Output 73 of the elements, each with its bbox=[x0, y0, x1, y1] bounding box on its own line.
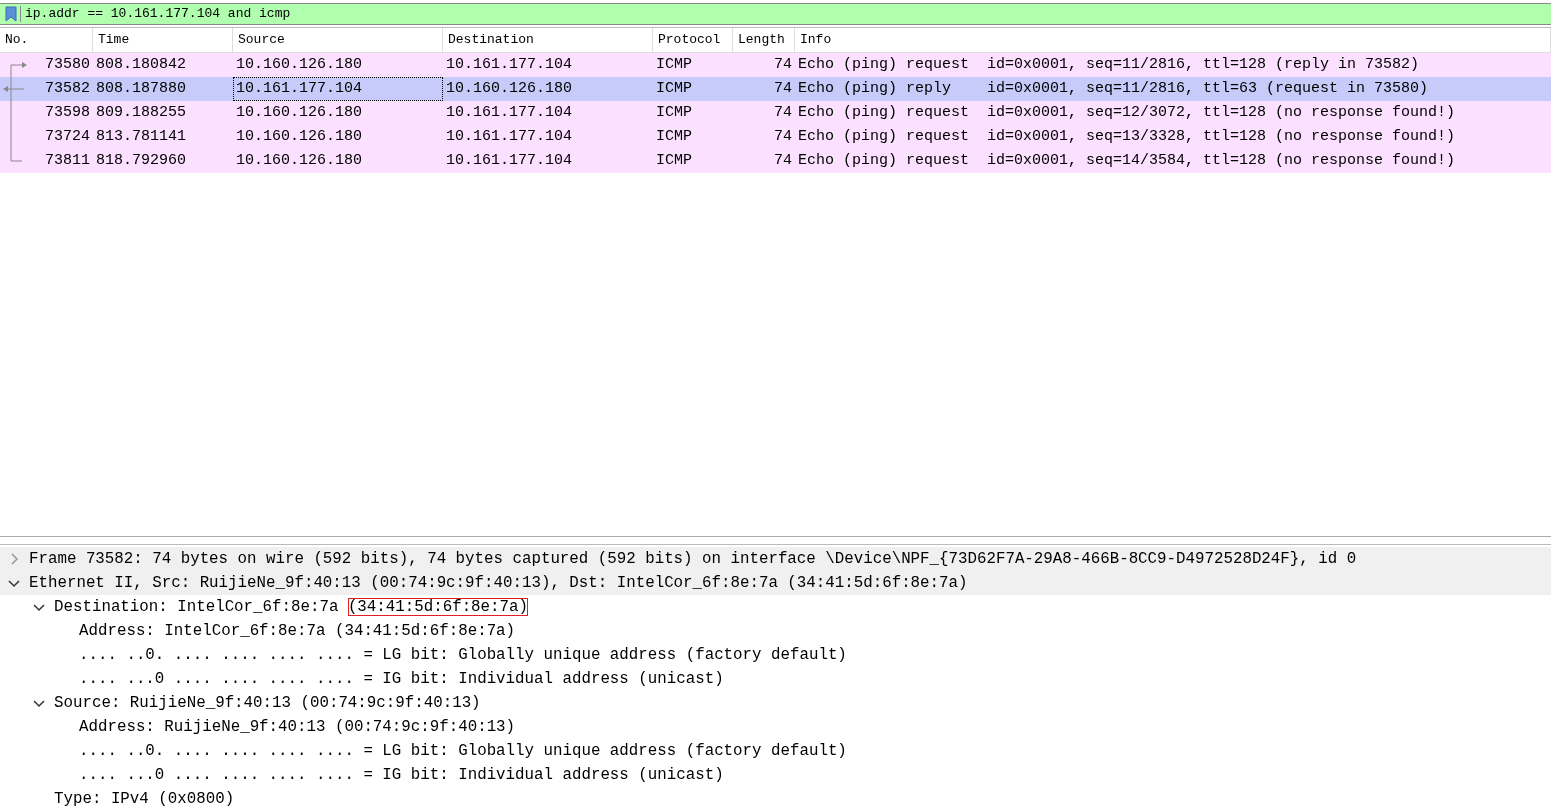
tree-item-label: .... ...0 .... .... .... .... = IG bit: Individual address (unicast) bbox=[79, 766, 724, 784]
table-cell: 10.161.177.104 bbox=[446, 127, 573, 145]
tree-item[interactable]: Address: IntelCor_6f:8e:7a (34:41:5d:6f:8e:7a) bbox=[0, 619, 1551, 643]
table-cell: 818.792960 bbox=[96, 151, 186, 169]
tree-item[interactable]: .... ...0 .... .... .... .... = IG bit: Individual address (unicast) bbox=[0, 763, 1551, 787]
table-cell: ICMP bbox=[656, 79, 692, 97]
column-header[interactable]: Protocol bbox=[653, 27, 733, 52]
table-cell: 10.160.126.180 bbox=[446, 79, 573, 97]
tree-item[interactable]: Ethernet II, Src: RuijieNe_9f:40:13 (00:74:9c:9f:40:13), Dst: IntelCor_6f:8e:7a (34:41:5d:6f:8e:7a) bbox=[0, 571, 1551, 595]
table-cell: Echo (ping) request id=0x0001, seq=12/3072, ttl=128 (no response found!) bbox=[798, 103, 1456, 121]
table-cell: 10.161.177.104 bbox=[446, 55, 573, 73]
tree-item[interactable]: Address: RuijieNe_9f:40:13 (00:74:9c:9f:40:13) bbox=[0, 715, 1551, 739]
table-cell: 809.188255 bbox=[96, 103, 186, 121]
table-cell: 74 bbox=[774, 127, 792, 145]
table-cell: ICMP bbox=[656, 103, 692, 121]
table-cell: 73724 bbox=[45, 127, 90, 145]
tree-item-label: Address: RuijieNe_9f:40:13 (00:74:9c:9f:40:13) bbox=[79, 718, 516, 736]
column-header[interactable]: Destination bbox=[443, 27, 653, 52]
table-cell: 10.160.126.180 bbox=[236, 151, 363, 169]
column-header[interactable]: Info bbox=[795, 27, 1551, 52]
tree-item[interactable]: .... ..0. .... .... .... .... = LG bit: Globally unique address (factory default) bbox=[0, 643, 1551, 667]
column-header[interactable]: Length bbox=[733, 27, 795, 52]
table-cell: 74 bbox=[774, 79, 792, 97]
packet-row[interactable]: 73811 818.792960 10.160.126.180 10.161.177.104 ICMP 74 Echo (ping) request id=0x0001, seq=14/3584, ttl=128 (no response found!) bbox=[0, 148, 1551, 173]
tree-item[interactable]: Source: RuijieNe_9f:40:13 (00:74:9c:9f:40:13) bbox=[0, 691, 1551, 715]
table-cell: Echo (ping) request id=0x0001, seq=11/2816, ttl=128 (reply in 73582) bbox=[798, 55, 1420, 73]
table-cell: ICMP bbox=[656, 127, 692, 145]
table-cell: Echo (ping) reply id=0x0001, seq=11/2816, ttl=63 (request in 73580) bbox=[798, 79, 1429, 97]
tree-item-label: .... ..0. .... .... .... .... = LG bit: Globally unique address (factory default) bbox=[79, 742, 847, 760]
tree-item-label: Address: IntelCor_6f:8e:7a (34:41:5d:6f:8e:7a) bbox=[79, 622, 516, 640]
table-cell: ICMP bbox=[656, 55, 692, 73]
table-cell: 10.161.177.104 bbox=[446, 103, 573, 121]
tree-item-label: Ethernet II, Src: RuijieNe_9f:40:13 (00:74:9c:9f:40:13), Dst: IntelCor_6f:8e:7a (34:41:5d:6f:8e:7a) bbox=[29, 574, 968, 592]
tree-item[interactable]: Type: IPv4 (0x0800) bbox=[0, 787, 1551, 811]
table-cell: 10.161.177.104 bbox=[236, 79, 363, 97]
chevron-down-icon[interactable] bbox=[33, 697, 45, 709]
table-cell: 74 bbox=[774, 55, 792, 73]
packet-row[interactable]: 73580 808.180842 10.160.126.180 10.161.177.104 ICMP 74 Echo (ping) request id=0x0001, seq=11/2816, ttl=128 (reply in 73582) bbox=[0, 52, 1551, 77]
column-header[interactable]: No. bbox=[0, 27, 93, 52]
tree-item[interactable]: Destination: IntelCor_6f:8e:7a (34:41:5d:6f:8e:7a) bbox=[0, 595, 1551, 619]
column-header[interactable]: Source bbox=[233, 27, 443, 52]
table-cell: Echo (ping) request id=0x0001, seq=13/3328, ttl=128 (no response found!) bbox=[798, 127, 1456, 145]
table-cell: ICMP bbox=[656, 151, 692, 169]
tree-item-label: Frame 73582: 74 bytes on wire (592 bits), 74 bytes captured (592 bits) on interface \Device\NPF_{73D62F7A-29A8-466B-8CC9-D4972528D24F}, id 0 bbox=[29, 550, 1357, 568]
table-cell: 73598 bbox=[45, 103, 90, 121]
table-cell: 808.180842 bbox=[96, 55, 186, 73]
tree-item-label: Destination: IntelCor_6f:8e:7a bbox=[54, 598, 340, 616]
table-cell: Echo (ping) request id=0x0001, seq=14/3584, ttl=128 (no response found!) bbox=[798, 151, 1456, 169]
table-cell: 10.160.126.180 bbox=[236, 127, 363, 145]
tree-item-label: Type: IPv4 (0x0800) bbox=[54, 790, 235, 808]
tree-item-label: Source: RuijieNe_9f:40:13 (00:74:9c:9f:40:13) bbox=[54, 694, 481, 712]
tree-item[interactable]: .... ..0. .... .... .... .... = LG bit: Globally unique address (factory default) bbox=[0, 739, 1551, 763]
table-cell: 74 bbox=[774, 151, 792, 169]
column-header[interactable]: Time bbox=[93, 27, 233, 52]
bookmark-icon[interactable] bbox=[5, 5, 21, 22]
highlighted-field: (34:41:5d:6f:8e:7a) bbox=[347, 598, 528, 616]
table-cell: 10.161.177.104 bbox=[446, 151, 573, 169]
tree-item-label: .... ...0 .... .... .... .... = IG bit: Individual address (unicast) bbox=[79, 670, 724, 688]
tree-item[interactable]: Frame 73582: 74 bytes on wire (592 bits), 74 bytes captured (592 bits) on interface \Device\NPF_{73D62F7A-29A8-466B-8CC9-D4972528D24F}, id 0 bbox=[0, 547, 1551, 571]
table-cell: 73582 bbox=[45, 79, 90, 97]
chevron-down-icon[interactable] bbox=[33, 601, 45, 613]
table-cell: 73580 bbox=[45, 55, 90, 73]
table-cell: 808.187880 bbox=[96, 79, 186, 97]
chevron-down-icon[interactable] bbox=[8, 577, 20, 589]
table-cell: 74 bbox=[774, 103, 792, 121]
table-cell: 10.160.126.180 bbox=[236, 103, 363, 121]
table-cell: 10.160.126.180 bbox=[236, 55, 363, 73]
tree-item[interactable]: .... ...0 .... .... .... .... = IG bit: Individual address (unicast) bbox=[0, 667, 1551, 691]
table-cell: 813.781141 bbox=[96, 127, 186, 145]
table-cell: 73811 bbox=[45, 151, 90, 169]
display-filter-field[interactable]: ip.addr == 10.161.177.104 and icmp bbox=[0, 3, 1551, 25]
packet-row[interactable]: 73582 808.187880 10.161.177.104 10.160.126.180 ICMP 74 Echo (ping) reply id=0x0001, seq=11/2816, ttl=63 (request in 73580) bbox=[0, 76, 1551, 101]
tree-item-label: .... ..0. .... .... .... .... = LG bit: Globally unique address (factory default) bbox=[79, 646, 847, 664]
